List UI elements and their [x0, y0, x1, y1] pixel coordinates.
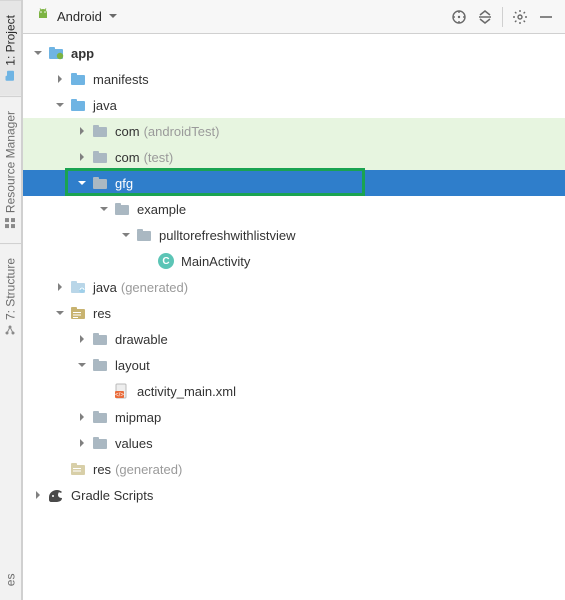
- node-label: drawable: [115, 332, 168, 347]
- expand-arrow-icon[interactable]: [75, 358, 89, 372]
- expand-arrow-icon[interactable]: [53, 72, 67, 86]
- folder-icon: [91, 356, 109, 374]
- dropdown-arrow-icon[interactable]: [108, 9, 118, 24]
- project-toolbar: Android: [23, 0, 565, 34]
- expand-arrow-icon[interactable]: [97, 202, 111, 216]
- package-icon: [135, 226, 153, 244]
- node-suffix: (androidTest): [144, 124, 220, 139]
- node-label: activity_main.xml: [137, 384, 236, 399]
- expand-arrow-icon[interactable]: [31, 488, 45, 502]
- node-label: java: [93, 98, 117, 113]
- tab-resource-manager-label: Resource Manager: [4, 111, 18, 213]
- node-label: gfg: [115, 176, 133, 191]
- tab-resource-manager[interactable]: Resource Manager: [0, 96, 21, 243]
- tree-node-manifests[interactable]: manifests: [23, 66, 565, 92]
- select-opened-file-button[interactable]: [446, 4, 472, 30]
- settings-button[interactable]: [507, 4, 533, 30]
- tree-node-res[interactable]: res: [23, 300, 565, 326]
- expand-arrow-icon[interactable]: [75, 150, 89, 164]
- folder-icon: [91, 408, 109, 426]
- folder-icon: [91, 434, 109, 452]
- tree-node-java[interactable]: java: [23, 92, 565, 118]
- tree-node-mipmap[interactable]: mipmap: [23, 404, 565, 430]
- collapse-all-button[interactable]: [472, 4, 498, 30]
- node-label: values: [115, 436, 153, 451]
- node-label: MainActivity: [181, 254, 250, 269]
- tab-favorites[interactable]: es: [0, 350, 21, 600]
- node-label: example: [137, 202, 186, 217]
- project-tree[interactable]: app manifests java com (androidTest): [23, 34, 565, 600]
- expand-arrow-icon[interactable]: [31, 46, 45, 60]
- tab-project[interactable]: 1: Project: [0, 0, 21, 96]
- xml-file-icon: </>: [113, 382, 131, 400]
- node-label: java: [93, 280, 117, 295]
- tree-node-res-generated[interactable]: res (generated): [23, 456, 565, 482]
- tab-project-label: 1: Project: [4, 15, 18, 66]
- package-icon: [91, 122, 109, 140]
- highlight-box: [65, 168, 365, 196]
- structure-icon: [5, 324, 17, 336]
- node-label: res: [93, 462, 111, 477]
- tree-node-values[interactable]: values: [23, 430, 565, 456]
- node-label: com: [115, 150, 140, 165]
- package-icon: [91, 174, 109, 192]
- tree-node-gradle-scripts[interactable]: Gradle Scripts: [23, 482, 565, 508]
- tree-node-layout[interactable]: layout: [23, 352, 565, 378]
- node-label: Gradle Scripts: [71, 488, 153, 503]
- tab-structure[interactable]: 7: Structure: [0, 243, 21, 350]
- expand-arrow-icon[interactable]: [53, 98, 67, 112]
- tree-node-example[interactable]: example: [23, 196, 565, 222]
- svg-text:</>: </>: [115, 393, 124, 399]
- node-label: manifests: [93, 72, 149, 87]
- tab-favorites-label: es: [4, 573, 18, 586]
- node-suffix: (generated): [121, 280, 188, 295]
- expand-arrow-icon[interactable]: [75, 332, 89, 346]
- folder-icon: [69, 96, 87, 114]
- side-tab-strip: 1: Project Resource Manager 7: Structure…: [0, 0, 22, 600]
- gradle-icon: [47, 486, 65, 504]
- node-suffix: (test): [144, 150, 174, 165]
- node-label: res: [93, 306, 111, 321]
- project-panel: Android: [22, 0, 565, 600]
- project-icon: [5, 70, 17, 82]
- expand-arrow-icon[interactable]: [75, 124, 89, 138]
- tree-node-mainactivity[interactable]: C MainActivity: [23, 248, 565, 274]
- toolbar-separator: [502, 7, 503, 27]
- expand-arrow-icon[interactable]: [53, 306, 67, 320]
- expand-arrow-icon[interactable]: [75, 436, 89, 450]
- node-label: com: [115, 124, 140, 139]
- folder-icon: [69, 70, 87, 88]
- module-icon: [47, 44, 65, 62]
- tree-node-com-test[interactable]: com (test): [23, 144, 565, 170]
- node-label: pulltorefreshwithlistview: [159, 228, 296, 243]
- package-icon: [113, 200, 131, 218]
- tree-node-gfg[interactable]: gfg: [23, 170, 565, 196]
- tree-node-com-androidtest[interactable]: com (androidTest): [23, 118, 565, 144]
- res-folder-icon: [69, 460, 87, 478]
- node-suffix: (generated): [115, 462, 182, 477]
- tree-node-java-generated[interactable]: java (generated): [23, 274, 565, 300]
- folder-icon: [91, 330, 109, 348]
- tab-structure-label: 7: Structure: [4, 258, 18, 320]
- node-label: app: [71, 46, 94, 61]
- generated-folder-icon: [69, 278, 87, 296]
- package-icon: [91, 148, 109, 166]
- tree-node-drawable[interactable]: drawable: [23, 326, 565, 352]
- expand-arrow-icon[interactable]: [75, 410, 89, 424]
- tree-node-pulltorefresh[interactable]: pulltorefreshwithlistview: [23, 222, 565, 248]
- hide-panel-button[interactable]: [533, 4, 559, 30]
- expand-arrow-icon[interactable]: [119, 228, 133, 242]
- tree-node-app[interactable]: app: [23, 40, 565, 66]
- expand-arrow-icon[interactable]: [75, 176, 89, 190]
- resource-manager-icon: [5, 217, 17, 229]
- expand-arrow-icon[interactable]: [53, 280, 67, 294]
- node-label: mipmap: [115, 410, 161, 425]
- view-selector-label[interactable]: Android: [57, 9, 102, 24]
- android-icon: [35, 7, 51, 26]
- tree-node-activity-main[interactable]: </> activity_main.xml: [23, 378, 565, 404]
- res-folder-icon: [69, 304, 87, 322]
- class-icon: C: [157, 252, 175, 270]
- node-label: layout: [115, 358, 150, 373]
